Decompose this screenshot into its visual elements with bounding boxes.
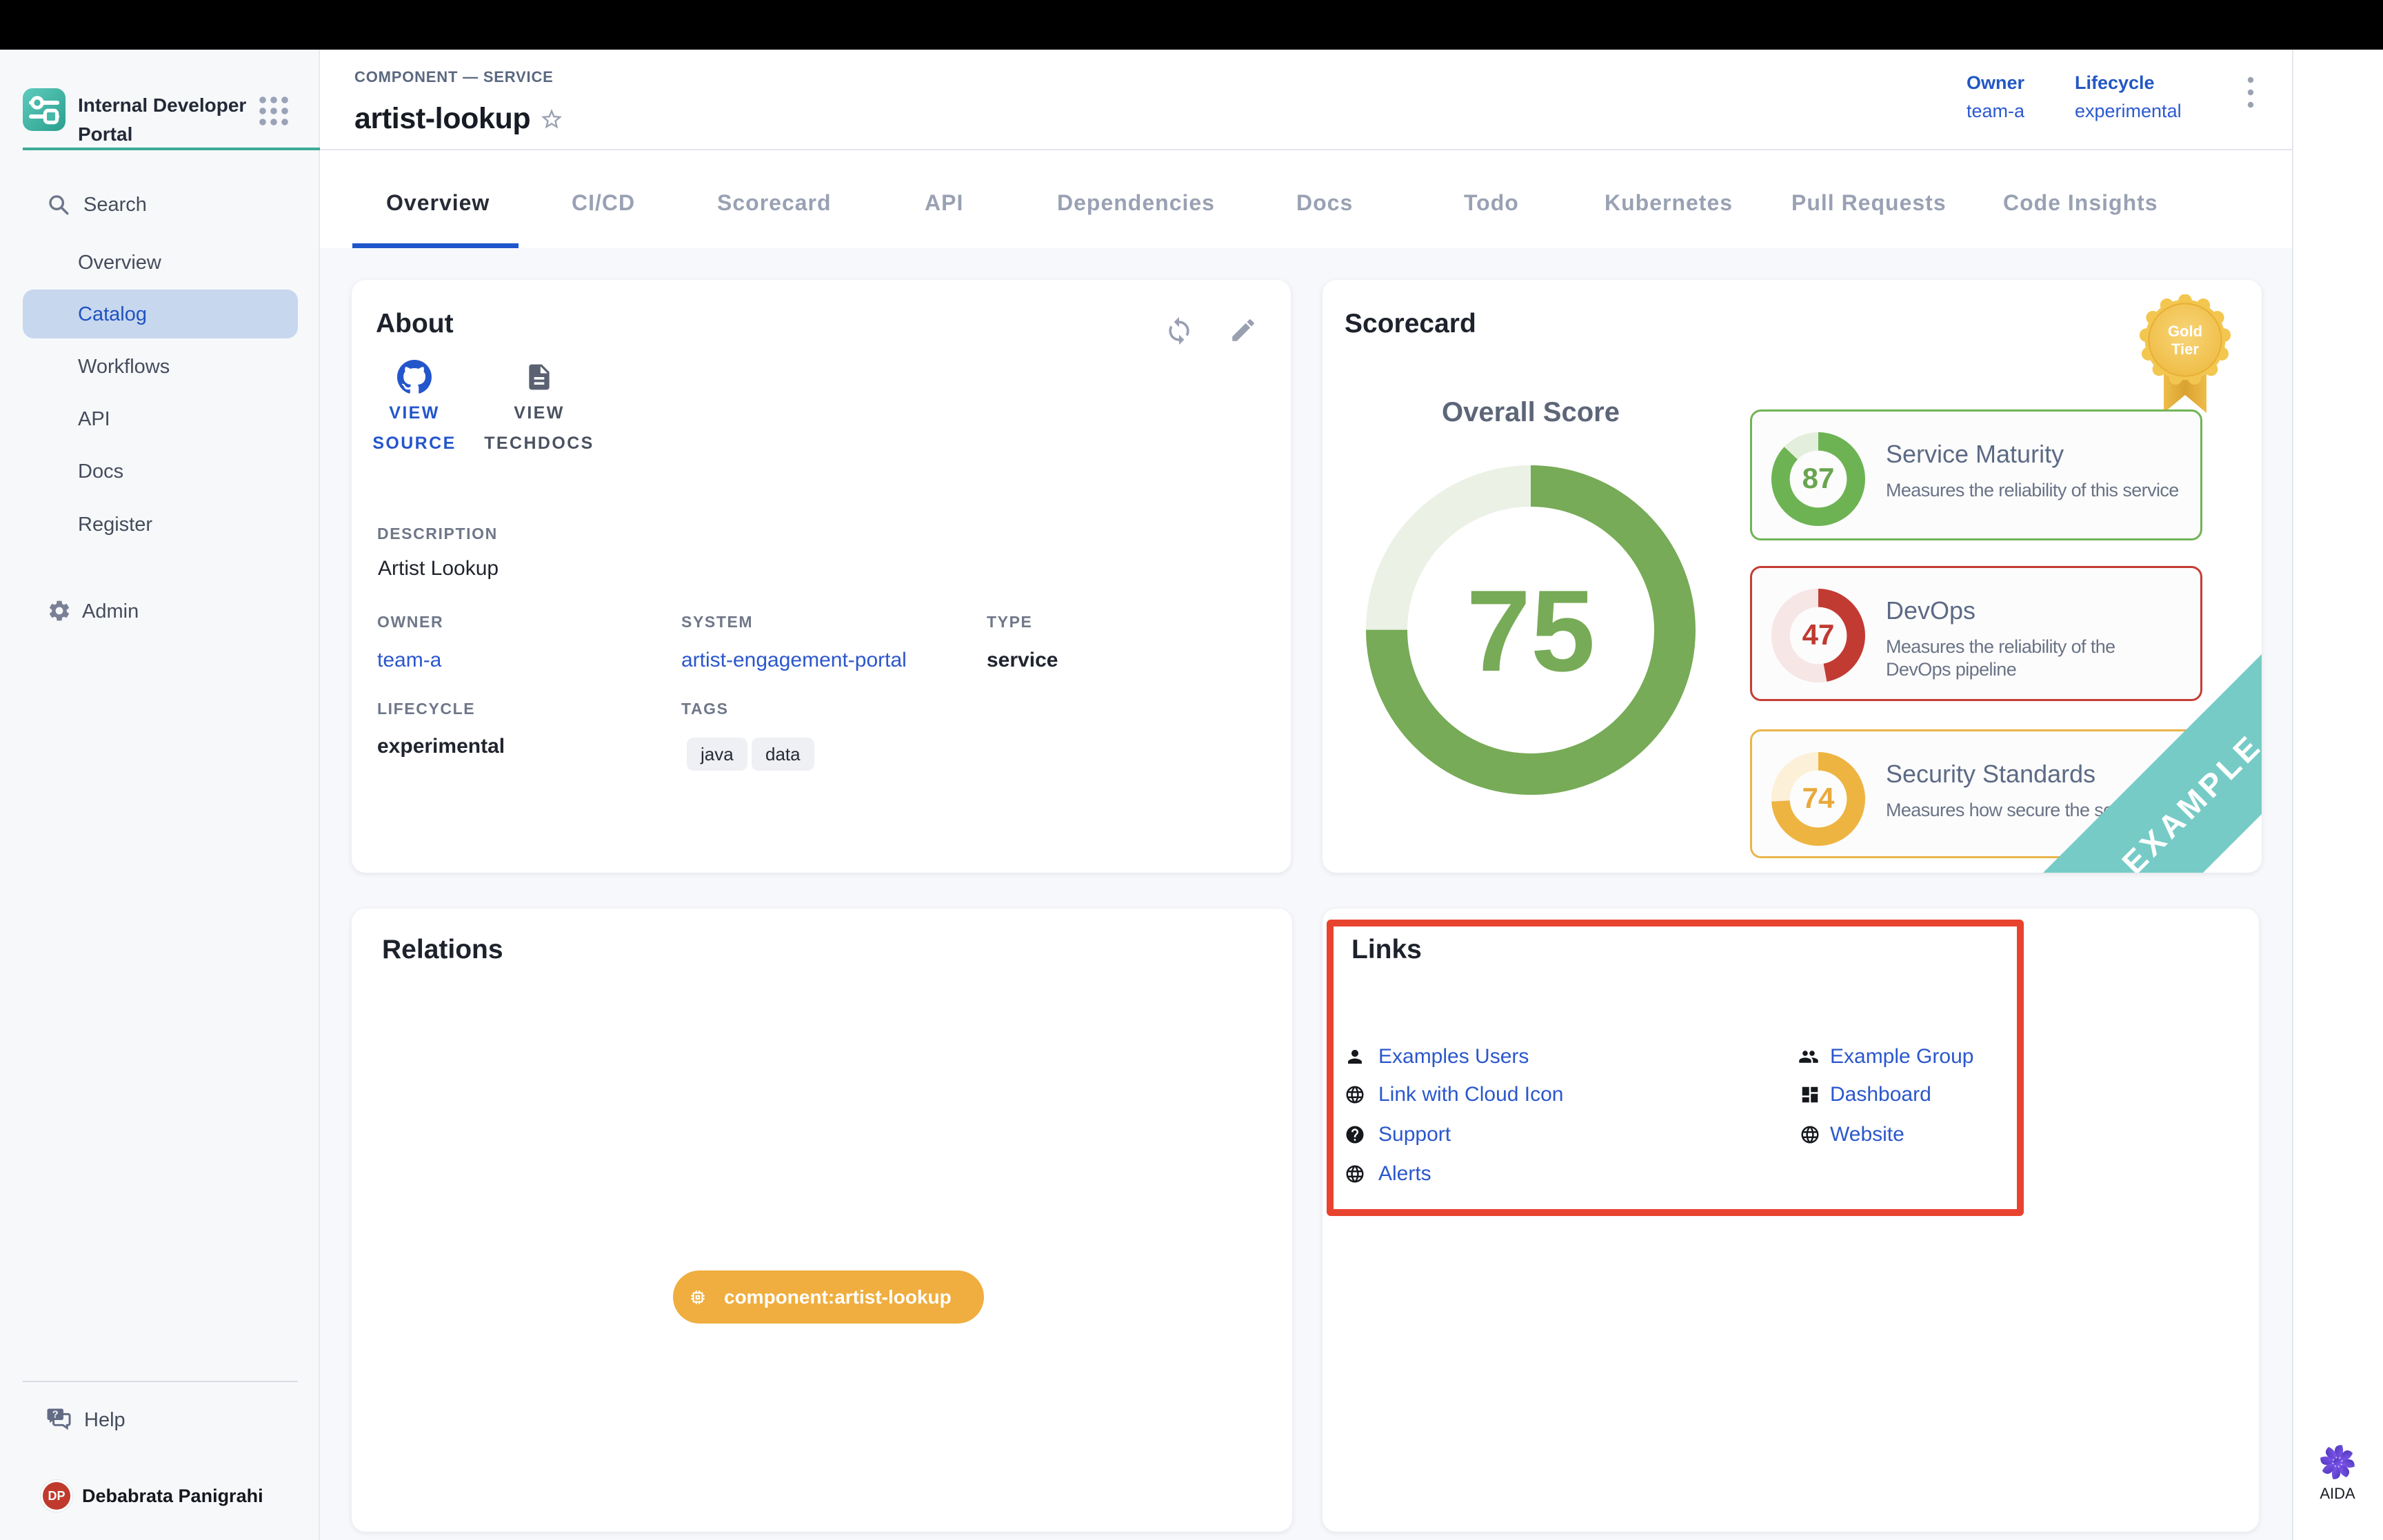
svg-text:Tier: Tier	[2171, 341, 2199, 358]
svg-text:?: ?	[52, 1409, 59, 1420]
svg-text:Gold: Gold	[2168, 323, 2202, 340]
